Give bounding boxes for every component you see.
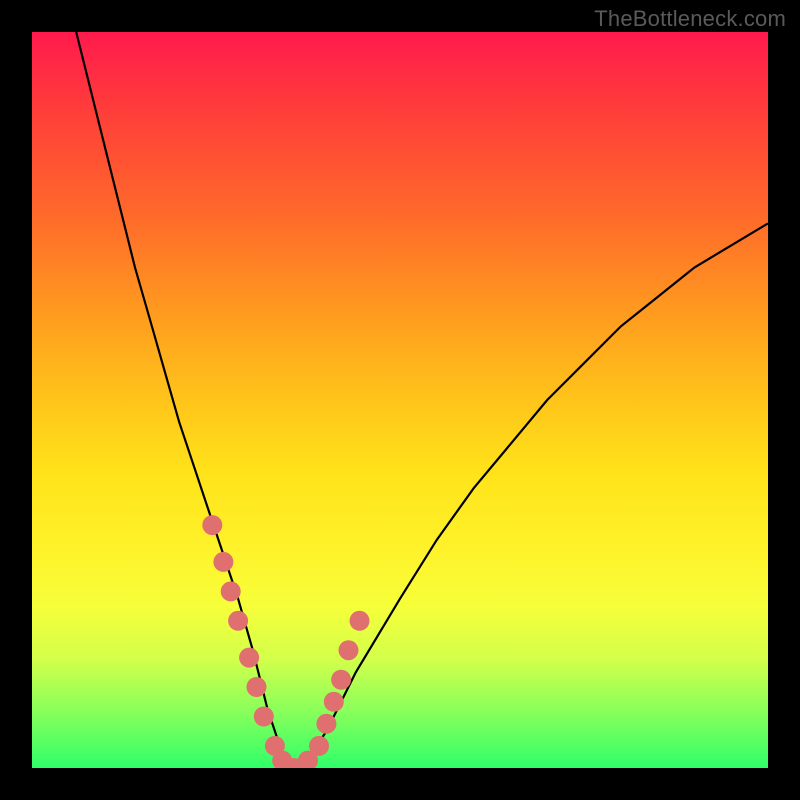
marker-point: [324, 692, 344, 712]
marker-point: [221, 581, 241, 601]
marker-point: [350, 611, 370, 631]
marker-point: [309, 736, 329, 756]
chart-frame: TheBottleneck.com: [0, 0, 800, 800]
marker-point: [331, 670, 351, 690]
marker-point: [254, 707, 274, 727]
marker-point: [316, 714, 336, 734]
highlight-markers: [202, 515, 369, 768]
marker-point: [228, 611, 248, 631]
watermark-text: TheBottleneck.com: [594, 6, 786, 32]
marker-point: [339, 640, 359, 660]
marker-point: [247, 677, 267, 697]
marker-point: [202, 515, 222, 535]
bottleneck-curve: [76, 32, 768, 768]
curve-svg: [32, 32, 768, 768]
marker-point: [213, 552, 233, 572]
plot-area: [32, 32, 768, 768]
marker-point: [239, 648, 259, 668]
